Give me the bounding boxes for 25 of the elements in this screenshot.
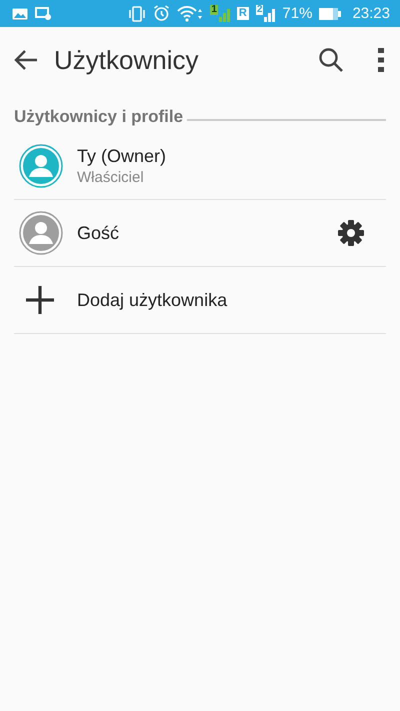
vibrate-icon (128, 6, 146, 22)
sim-number: 2 (256, 5, 264, 15)
settings-icon[interactable] (338, 220, 364, 246)
plus-icon (26, 286, 54, 314)
battery-icon (319, 8, 342, 20)
alarm-icon (153, 5, 170, 22)
item-subtitle: Właściciel (77, 169, 145, 186)
list-item[interactable]: Dodaj użytkownika (14, 267, 386, 334)
item-title: Gość (77, 222, 120, 244)
image-icon (12, 8, 28, 20)
list-item[interactable]: Gość (14, 200, 386, 267)
wifi-icon (177, 6, 204, 22)
screen-title: Użytkownicy (54, 44, 198, 76)
more-options-icon[interactable] (378, 48, 384, 72)
battery-percent: 71% (282, 5, 312, 22)
screen-icon (35, 7, 51, 20)
item-title: Ty (Owner) (77, 146, 168, 167)
search-icon[interactable] (318, 47, 344, 73)
roaming-indicator: R (236, 7, 249, 20)
section-header: Użytkownicy i profile (14, 107, 184, 127)
item-title: Dodaj użytkownika (77, 290, 228, 310)
clock: 23:23 (352, 5, 390, 22)
sim-number: 1 (210, 5, 218, 15)
back-arrow-icon[interactable] (14, 49, 38, 71)
list-item[interactable]: Ty (Owner) Właściciel (14, 133, 386, 200)
